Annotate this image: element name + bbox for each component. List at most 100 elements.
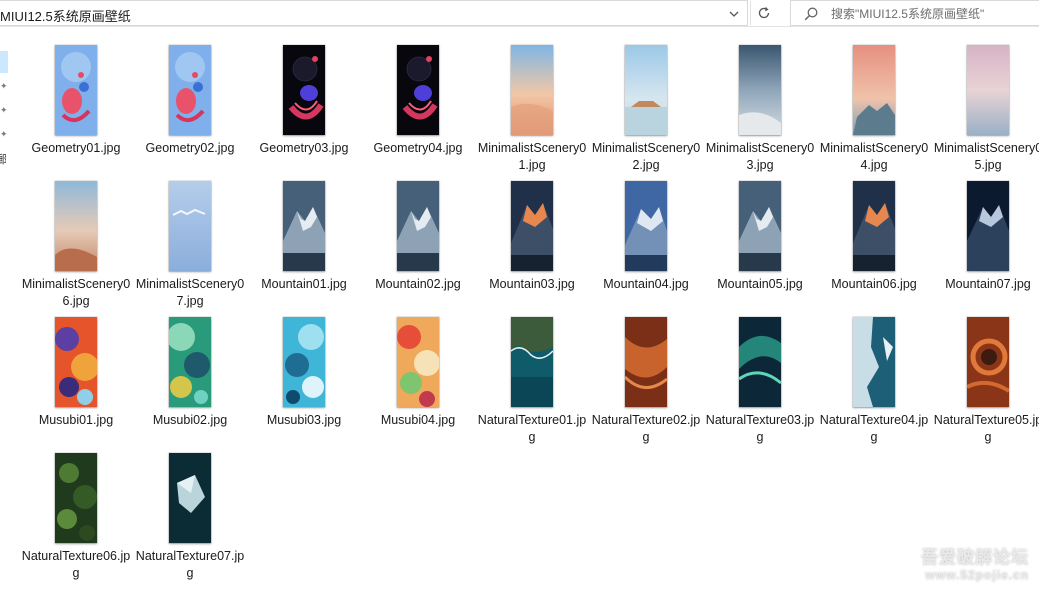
image-thumbnail	[511, 181, 553, 271]
image-thumbnail	[625, 45, 667, 135]
file-item[interactable]: Mountain03.jpg	[475, 178, 589, 312]
file-name: Geometry02.jpg	[145, 141, 235, 155]
file-thumbnail	[625, 181, 667, 271]
address-path[interactable]: MIUI12.5系统原画壁纸	[0, 6, 131, 25]
file-name: Mountain06.jpg	[831, 277, 917, 291]
nav-selected-item[interactable]	[0, 51, 8, 73]
file-name: NaturalTexture01.jpg	[477, 413, 587, 444]
file-name: Musubi03.jpg	[266, 413, 342, 427]
file-item[interactable]: Geometry02.jpg	[133, 42, 247, 176]
file-thumbnail	[739, 181, 781, 271]
nav-item-label[interactable]: 郵	[0, 151, 6, 167]
file-name: Mountain05.jpg	[717, 277, 803, 291]
image-thumbnail	[739, 181, 781, 271]
chevron-down-icon	[729, 11, 739, 17]
file-thumbnail	[967, 317, 1009, 407]
file-item[interactable]: Mountain05.jpg	[703, 178, 817, 312]
file-item[interactable]: Mountain06.jpg	[817, 178, 931, 312]
file-thumbnail	[511, 181, 553, 271]
file-name: NaturalTexture05.jpg	[933, 413, 1039, 444]
file-item[interactable]: NaturalTexture07.jpg	[133, 450, 247, 584]
file-item[interactable]: NaturalTexture02.jpg	[589, 314, 703, 448]
file-name: Musubi04.jpg	[380, 413, 456, 427]
file-name: Musubi02.jpg	[152, 413, 228, 427]
image-thumbnail	[169, 45, 211, 135]
file-item[interactable]: MinimalistScenery04.jpg	[817, 42, 931, 176]
file-item[interactable]: MinimalistScenery05.jpg	[931, 42, 1039, 176]
file-name: Mountain01.jpg	[261, 277, 347, 291]
image-thumbnail	[511, 45, 553, 135]
image-thumbnail	[397, 181, 439, 271]
file-item[interactable]: Geometry01.jpg	[19, 42, 133, 176]
address-history-button[interactable]	[722, 2, 746, 26]
search-icon	[804, 7, 818, 21]
search-box[interactable]	[790, 0, 1039, 26]
image-thumbnail	[625, 181, 667, 271]
watermark-title: 吾爱破解论坛	[921, 548, 1029, 567]
file-name: Musubi01.jpg	[38, 413, 114, 427]
file-name: NaturalTexture07.jpg	[135, 549, 245, 580]
image-thumbnail	[511, 317, 553, 407]
file-item[interactable]: NaturalTexture06.jpg	[19, 450, 133, 584]
file-thumbnail	[169, 453, 211, 543]
file-name: MinimalistScenery01.jpg	[477, 141, 587, 172]
file-item[interactable]: Geometry03.jpg	[247, 42, 361, 176]
file-item[interactable]: Musubi02.jpg	[133, 314, 247, 448]
watermark: 吾爱破解论坛 www.52pojie.cn	[921, 548, 1029, 582]
file-item[interactable]: Musubi03.jpg	[247, 314, 361, 448]
refresh-icon	[758, 7, 769, 19]
file-thumbnail	[511, 45, 553, 135]
file-item[interactable]: NaturalTexture01.jpg	[475, 314, 589, 448]
file-name: MinimalistScenery05.jpg	[933, 141, 1039, 172]
file-thumbnail	[283, 181, 325, 271]
file-item[interactable]: MinimalistScenery01.jpg	[475, 42, 589, 176]
file-name: NaturalTexture06.jpg	[21, 549, 131, 580]
address-bar[interactable]: MIUI12.5系统原画壁纸	[0, 0, 748, 26]
file-thumbnail	[55, 317, 97, 407]
file-item[interactable]: NaturalTexture04.jpg	[817, 314, 931, 448]
file-item[interactable]: Musubi04.jpg	[361, 314, 475, 448]
file-thumbnail	[853, 317, 895, 407]
file-name: Mountain04.jpg	[603, 277, 689, 291]
file-name: Mountain02.jpg	[375, 277, 461, 291]
pin-icon: ✦	[0, 129, 8, 139]
image-thumbnail	[169, 181, 211, 271]
pin-icon: ✦	[0, 81, 8, 91]
image-thumbnail	[169, 453, 211, 543]
file-item[interactable]: Mountain01.jpg	[247, 178, 361, 312]
image-thumbnail	[853, 45, 895, 135]
file-grid: Geometry01.jpg Geometry02.jpg Geometry03.j…	[19, 42, 1039, 596]
file-item[interactable]: Geometry04.jpg	[361, 42, 475, 176]
file-item[interactable]: Mountain04.jpg	[589, 178, 703, 312]
image-thumbnail	[55, 45, 97, 135]
image-thumbnail	[739, 317, 781, 407]
file-item[interactable]: MinimalistScenery02.jpg	[589, 42, 703, 176]
file-thumbnail	[397, 181, 439, 271]
file-item[interactable]: MinimalistScenery07.jpg	[133, 178, 247, 312]
file-thumbnail	[853, 181, 895, 271]
file-name: Geometry03.jpg	[259, 141, 349, 155]
file-name: MinimalistScenery03.jpg	[705, 141, 815, 172]
file-thumbnail	[739, 317, 781, 407]
file-item[interactable]: Musubi01.jpg	[19, 314, 133, 448]
file-item[interactable]: NaturalTexture05.jpg	[931, 314, 1039, 448]
file-name: Mountain07.jpg	[945, 277, 1031, 291]
file-thumbnail	[55, 45, 97, 135]
image-thumbnail	[967, 45, 1009, 135]
file-item[interactable]: Mountain07.jpg	[931, 178, 1039, 312]
toolbar: MIUI12.5系统原画壁纸	[0, 0, 1039, 27]
file-thumbnail	[625, 45, 667, 135]
search-input[interactable]	[831, 5, 1036, 23]
file-thumbnail	[967, 181, 1009, 271]
file-item[interactable]: NaturalTexture03.jpg	[703, 314, 817, 448]
file-thumbnail	[283, 317, 325, 407]
file-item[interactable]: MinimalistScenery03.jpg	[703, 42, 817, 176]
file-item[interactable]: Mountain02.jpg	[361, 178, 475, 312]
file-item[interactable]: MinimalistScenery06.jpg	[19, 178, 133, 312]
pin-icon: ✦	[0, 105, 8, 115]
file-thumbnail	[967, 45, 1009, 135]
file-name: MinimalistScenery06.jpg	[21, 277, 131, 308]
file-thumbnail	[55, 453, 97, 543]
image-thumbnail	[55, 317, 97, 407]
refresh-button[interactable]	[750, 1, 776, 25]
